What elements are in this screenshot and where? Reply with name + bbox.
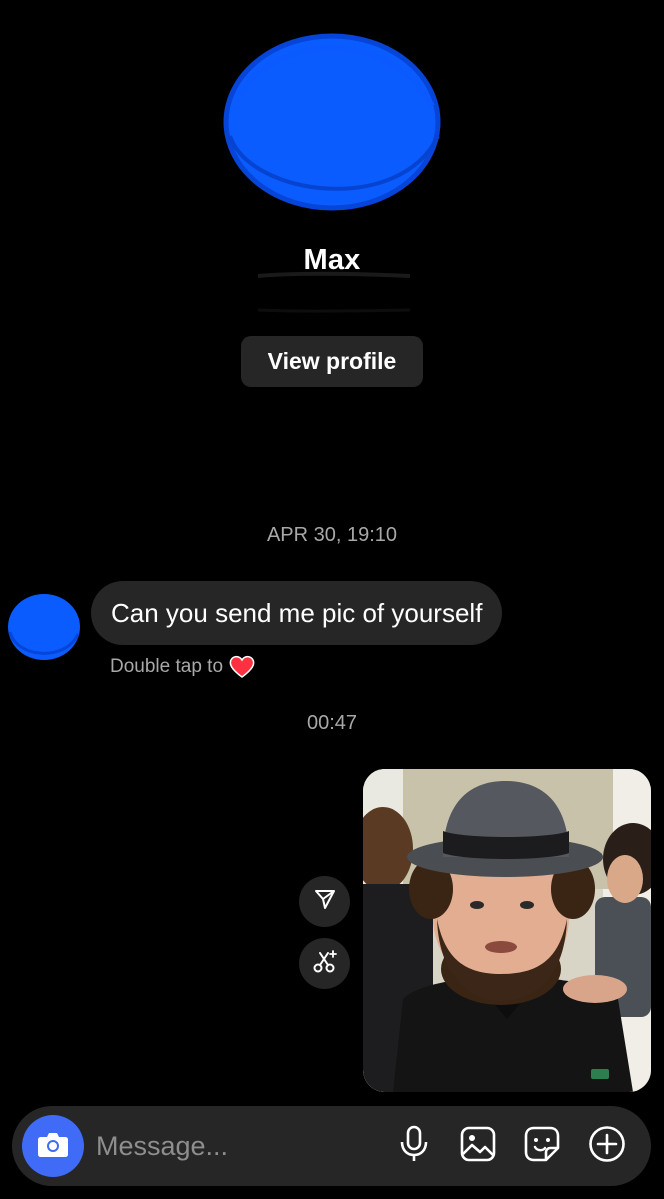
timestamp: APR 30, 19:10 <box>266 524 398 546</box>
more-options-button[interactable] <box>587 1125 627 1168</box>
paper-plane-icon <box>313 887 337 916</box>
gallery-button[interactable] <box>458 1126 498 1166</box>
view-profile-button[interactable]: View profile <box>241 336 423 387</box>
camera-icon <box>37 1130 69 1163</box>
image-gallery-icon <box>460 1126 496 1167</box>
microphone-icon <box>399 1125 429 1168</box>
message-composer <box>12 1106 651 1186</box>
sticker-button[interactable] <box>522 1126 562 1166</box>
remix-button[interactable] <box>299 938 350 989</box>
remix-scissors-icon <box>312 948 338 979</box>
timestamp: 00:47 <box>306 712 358 734</box>
redaction-scribble <box>254 270 414 316</box>
camera-button[interactable] <box>22 1115 84 1177</box>
message-input[interactable] <box>96 1124 376 1168</box>
heart-icon <box>229 655 255 679</box>
plus-circle-icon <box>588 1125 626 1168</box>
sender-avatar[interactable] <box>6 592 82 662</box>
incoming-message-bubble[interactable]: Can you send me pic of yourself <box>91 581 503 645</box>
share-button[interactable] <box>299 876 350 927</box>
sent-photo[interactable] <box>363 769 651 1092</box>
double-tap-hint: Double tap to <box>110 655 255 679</box>
profile-avatar[interactable] <box>220 26 446 216</box>
voice-message-button[interactable] <box>394 1125 434 1168</box>
double-tap-label: Double tap to <box>110 656 224 677</box>
sticker-icon <box>524 1126 560 1167</box>
